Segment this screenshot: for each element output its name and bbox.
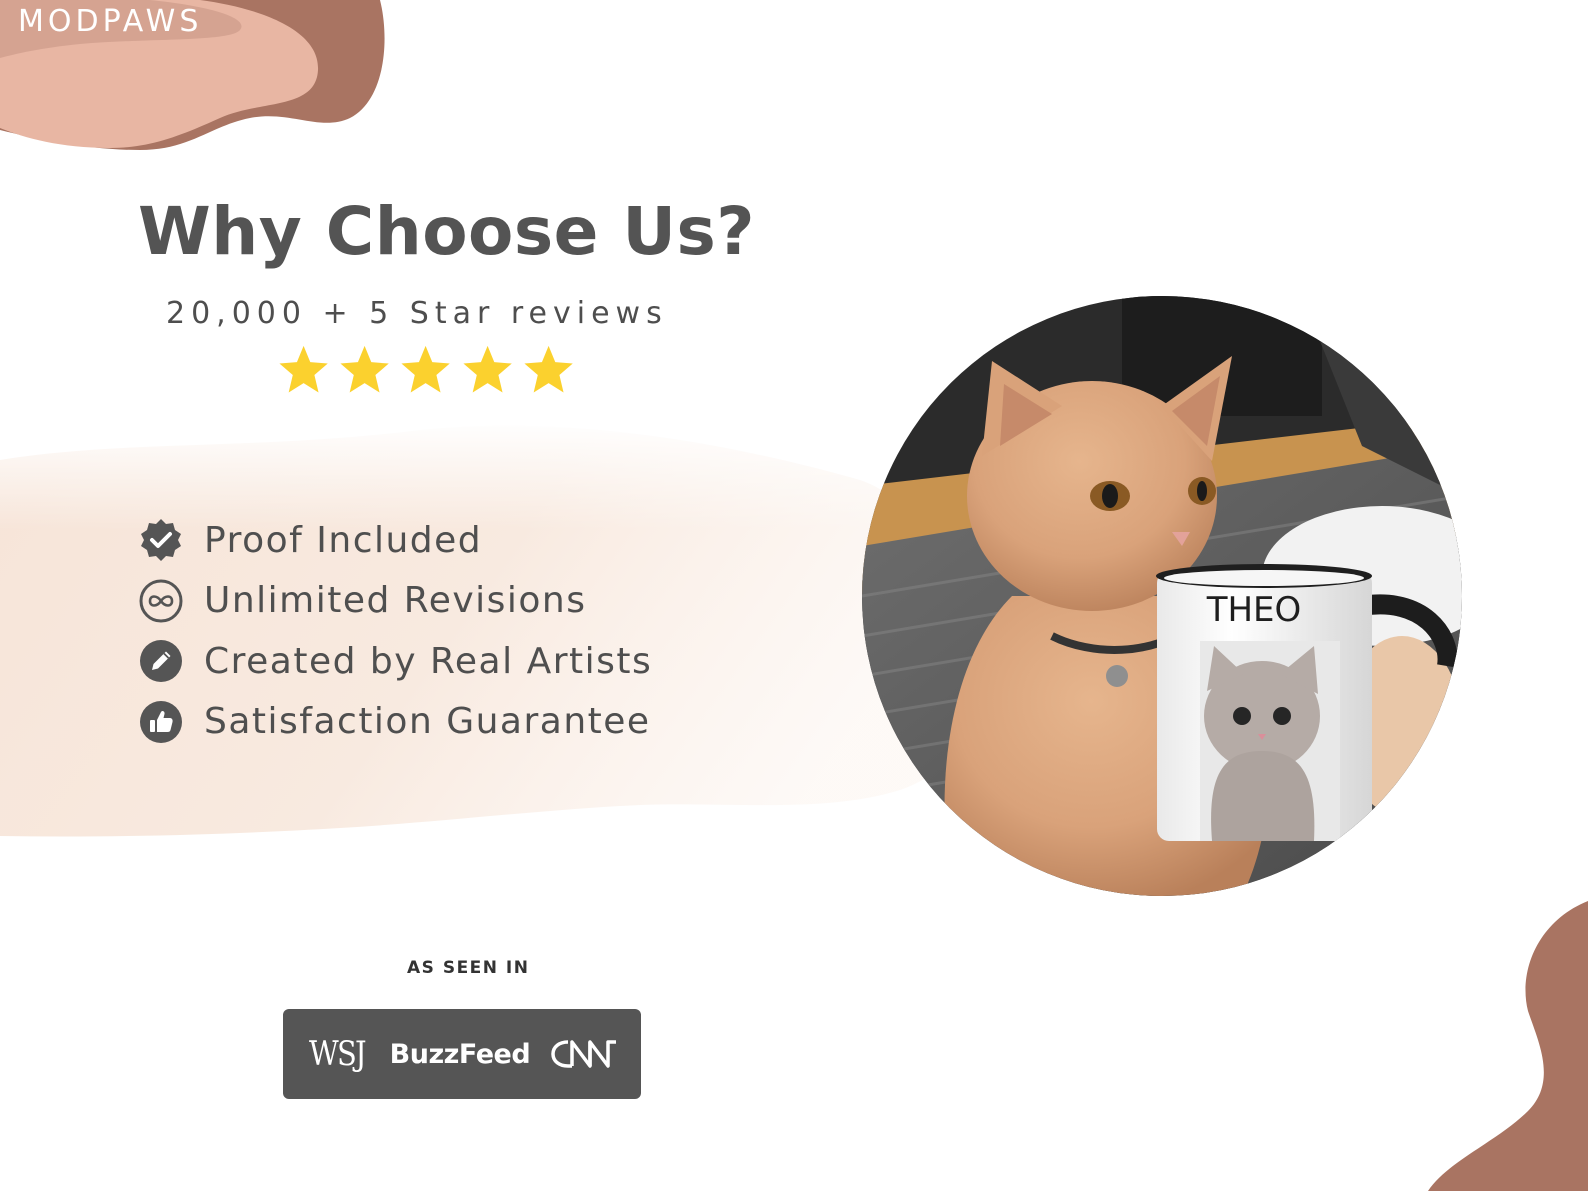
feature-item-revisions: Unlimited Revisions [138,571,652,632]
page-title: Why Choose Us? [138,193,756,270]
decorative-blob-bottom [1428,901,1588,1191]
star-icon [279,345,328,393]
thumbs-up-icon [140,700,182,743]
brand-logo: MODPAWS [18,4,203,39]
feature-label: Unlimited Revisions [204,580,587,622]
buzzfeed-logo: BuzzFeed [389,1038,531,1070]
check-badge-icon [141,519,181,562]
star-icon [463,345,512,393]
feature-label: Proof Included [204,519,483,561]
cat-mug-photo: THEO [862,296,1462,896]
feature-item-artists: Created by Real Artists [138,631,652,692]
star-icon [401,345,451,393]
mug-name-text: THEO [1206,590,1302,630]
infinity-icon [139,579,183,623]
wsj-logo: WSJ [308,1034,367,1074]
star-icon [340,345,389,393]
star-rating [276,340,576,410]
feature-item-proof: Proof Included [138,510,652,571]
feature-item-guarantee: Satisfaction Guarantee [138,692,652,753]
pencil-icon [140,640,182,683]
feature-list: Proof Included Unlimited Revisions Creat… [138,510,652,752]
feature-label: Created by Real Artists [204,640,653,682]
feature-label: Satisfaction Guarantee [204,701,651,743]
star-icon [524,345,573,393]
review-count-subtitle: 20,000 + 5 Star reviews [166,296,668,331]
as-seen-in-label: AS SEEN IN [407,958,530,978]
cnn-logo [551,1040,617,1068]
press-logos: WSJ BuzzFeed [283,1009,641,1099]
